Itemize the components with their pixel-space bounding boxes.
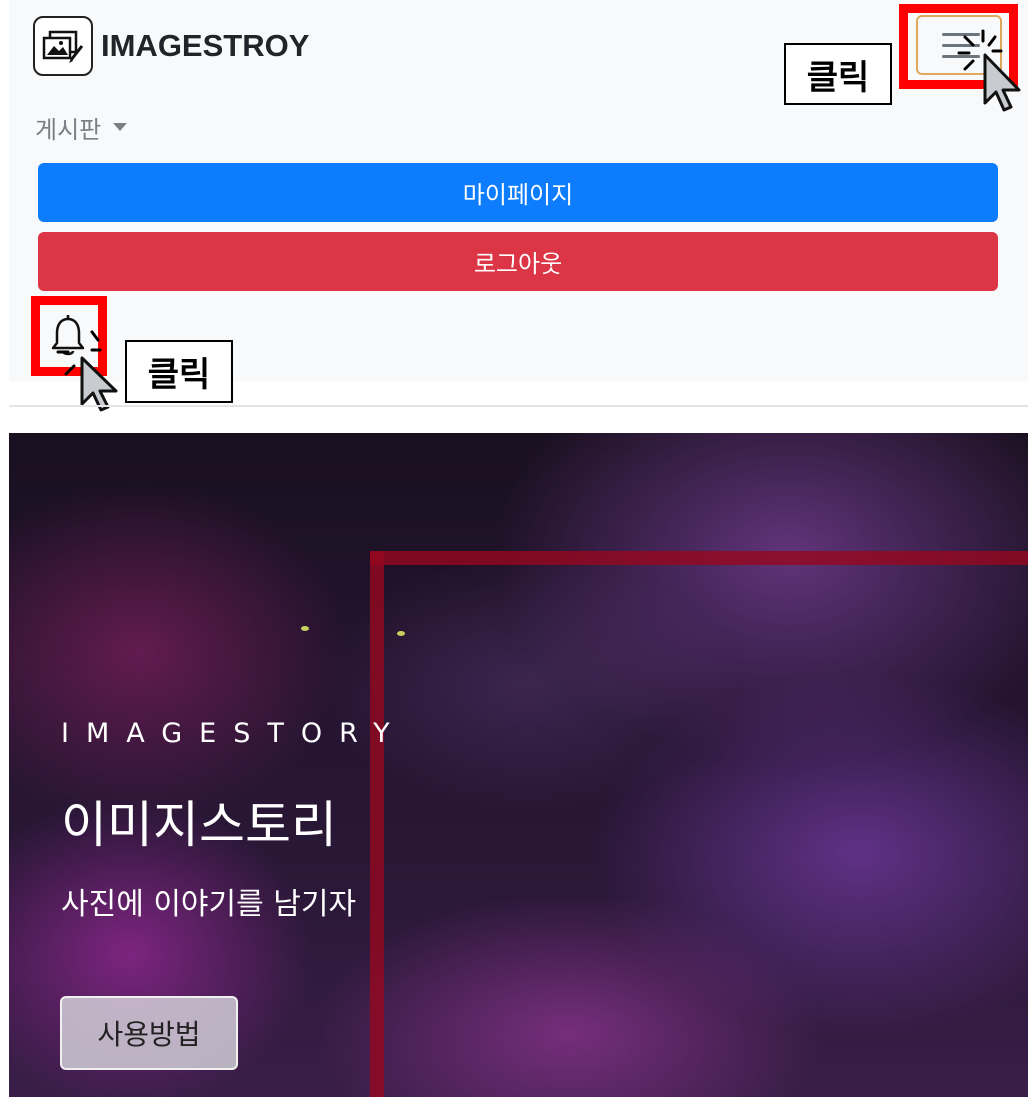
brand[interactable]: IMAGESTROY	[33, 16, 309, 76]
board-dropdown[interactable]: 게시판	[35, 110, 128, 144]
menu-click-callout: 클릭	[784, 43, 892, 105]
caret-down-icon	[113, 123, 128, 131]
menu-click-label: 클릭	[806, 57, 870, 98]
light-dot	[301, 626, 309, 631]
navbar-toggle-button[interactable]	[916, 15, 1002, 75]
divider	[9, 405, 1028, 407]
mypage-button[interactable]: 마이페이지	[38, 163, 998, 222]
board-dropdown-label: 게시판	[35, 115, 102, 144]
logout-button-label: 로그아웃	[473, 250, 563, 278]
hero-frame-decoration	[370, 551, 384, 1097]
hero-title: 이미지스토리	[61, 796, 337, 854]
hero-frame-decoration	[370, 551, 1028, 565]
hero-kicker: IMAGESTORY	[61, 718, 407, 749]
hero-subtitle: 사진에 이야기를 남기자	[61, 887, 357, 922]
bell-click-callout: 클릭	[125, 340, 233, 403]
hero-section: IMAGESTORY 이미지스토리 사진에 이야기를 남기자 사용방법	[9, 433, 1028, 1097]
brand-name: IMAGESTROY	[101, 28, 310, 63]
guide-button[interactable]: 사용방법	[60, 996, 238, 1070]
bell-click-label: 클릭	[147, 355, 211, 395]
bell-icon[interactable]	[48, 313, 88, 359]
guide-button-label: 사용방법	[97, 1018, 201, 1051]
mypage-button-label: 마이페이지	[462, 181, 574, 209]
logout-button[interactable]: 로그아웃	[38, 232, 998, 291]
image-edit-icon	[33, 16, 93, 76]
light-dot	[397, 631, 405, 636]
